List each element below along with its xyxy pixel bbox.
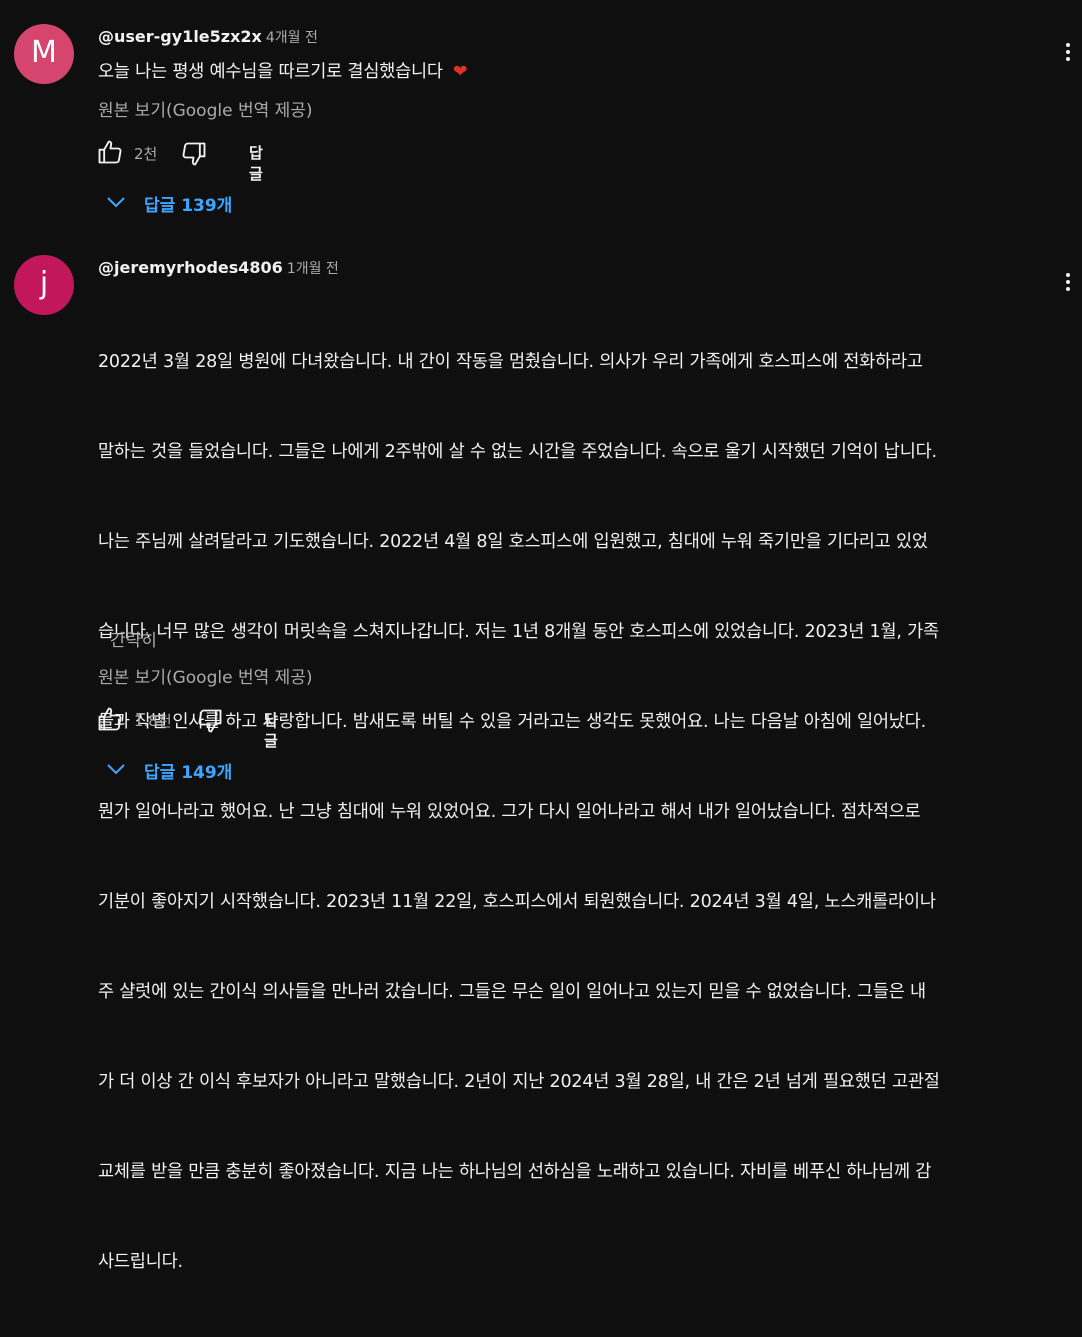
- show-less-link[interactable]: 간략히: [110, 626, 157, 651]
- comment-text-line: 주 샬럿에 있는 간이식 의사들을 만나러 갔습니다. 그들은 무슨 일이 일어…: [98, 982, 926, 1002]
- thumbs-down-icon[interactable]: [180, 140, 208, 168]
- reply-button[interactable]: 답글: [249, 142, 263, 184]
- more-actions-icon[interactable]: [1058, 270, 1078, 300]
- thumbs-down-icon[interactable]: [196, 707, 224, 735]
- like-count: 1.8천: [134, 712, 172, 730]
- thumbs-up-icon[interactable]: [96, 705, 124, 733]
- thumbs-up-icon[interactable]: [96, 138, 124, 166]
- comment-text-line: 말하는 것을 들었습니다. 그들은 나에게 2주밖에 살 수 없는 시간을 주었…: [98, 442, 937, 462]
- comment-header: @user-gy1le5zx2x 4개월 전: [98, 27, 318, 47]
- comment-header: @jeremyrhodes4806 1개월 전: [98, 258, 339, 278]
- translation-link[interactable]: 원본 보기(Google 번역 제공): [98, 96, 313, 121]
- author-name[interactable]: @jeremyrhodes4806: [98, 258, 283, 277]
- comment-text-line: 뭔가 일어나라고 했어요. 난 그냥 침대에 누워 있었어요. 그가 다시 일어…: [98, 802, 921, 822]
- chevron-down-icon: [107, 764, 125, 775]
- comment-time[interactable]: 1개월 전: [287, 261, 339, 277]
- replies-count: 답글 139개: [144, 196, 233, 216]
- comment-text-line: 교체를 받을 만큼 충분히 좋아졌습니다. 지금 나는 하나님의 선하심을 노래…: [98, 1162, 932, 1182]
- avatar-letter: j: [39, 266, 49, 301]
- comment-text-line: 기분이 좋아지기 시작했습니다. 2023년 11월 22일, 호스피스에서 퇴…: [98, 892, 936, 912]
- comment-text-line: 사드립니다.: [98, 1252, 183, 1272]
- comment-text-line: 2022년 3월 28일 병원에 다녀왔습니다. 내 간이 작동을 멈췄습니다.…: [98, 352, 923, 372]
- author-name[interactable]: @user-gy1le5zx2x: [98, 27, 262, 46]
- more-actions-icon[interactable]: [1058, 40, 1078, 70]
- translation-link[interactable]: 원본 보기(Google 번역 제공): [98, 663, 313, 688]
- comment-text-line: 들과 작별 인사를 하고 사랑합니다. 밤새도록 버틸 수 있을 거라고는 생각…: [98, 712, 926, 732]
- avatar[interactable]: j: [14, 255, 74, 315]
- comment-text: 오늘 나는 평생 예수님을 따르기로 결심했습니다 ❤: [98, 57, 1048, 87]
- heart-emoji: ❤: [452, 62, 468, 82]
- like-count: 2천: [134, 145, 158, 163]
- comment-text-line: 오늘 나는 평생 예수님을 따르기로 결심했습니다: [98, 62, 443, 82]
- comment-text-line: 가 더 이상 간 이식 후보자가 아니라고 말했습니다. 2년이 지난 2024…: [98, 1072, 940, 1092]
- chevron-down-icon: [107, 197, 125, 208]
- comment-text-line: 나는 주님께 살려달라고 기도했습니다. 2022년 4월 8일 호스피스에 입…: [98, 532, 928, 552]
- avatar[interactable]: M: [14, 24, 74, 84]
- comment-time[interactable]: 4개월 전: [266, 30, 318, 46]
- replies-count: 답글 149개: [144, 763, 233, 783]
- reply-button[interactable]: 답글: [264, 709, 278, 751]
- comment-text-line: 습니다. 너무 많은 생각이 머릿속을 스쳐지나갑니다. 저는 1년 8개월 동…: [98, 622, 939, 642]
- avatar-letter: M: [31, 35, 57, 70]
- comment-text: 2022년 3월 28일 병원에 다녀왔습니다. 내 간이 작동을 멈췄습니다.…: [98, 287, 1048, 1337]
